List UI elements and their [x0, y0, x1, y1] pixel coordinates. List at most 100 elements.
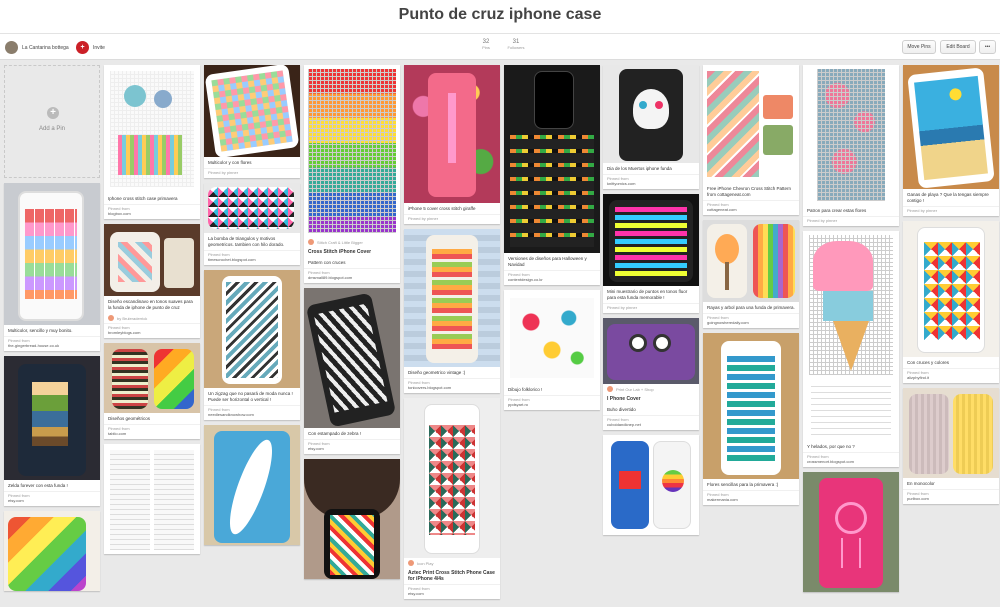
pin-image[interactable] [304, 65, 400, 237]
pin-card[interactable]: Flores sencillas para la primavera :) Pi… [703, 333, 799, 505]
add-pin-tile[interactable]: + Add a Pin [4, 65, 100, 178]
board-owner[interactable]: La Cantarina bottega [5, 41, 69, 54]
pin-image[interactable] [304, 459, 400, 579]
pin-source[interactable]: Pinned from alizphyfind.it [903, 368, 999, 383]
pin-card[interactable]: Multicolor y con flores Pinned by pinner [204, 65, 300, 178]
pin-card[interactable]: Dia de los Muertos iphone funda Pinned f… [603, 65, 699, 189]
pin-card[interactable]: iPhone 5 cover cross stitch giraffe Pinn… [404, 65, 500, 224]
add-pin-label[interactable]: Add a Pin [5, 126, 99, 132]
invite-icon[interactable]: + [76, 41, 89, 54]
edit-board-button[interactable]: Edit Board [940, 40, 976, 54]
pin-image[interactable] [703, 333, 799, 479]
pin-image[interactable] [104, 224, 200, 296]
plus-icon[interactable]: + [47, 107, 59, 119]
pin-image[interactable] [903, 388, 999, 478]
pin-image[interactable] [104, 444, 200, 554]
pin-image[interactable] [404, 398, 500, 558]
pins-stat[interactable]: 32 Pins [471, 39, 501, 50]
pin-source-link[interactable]: etsy.com [408, 591, 496, 596]
pin-card[interactable]: Diseño escandinavo en tonos suaves para … [104, 224, 200, 338]
pin-source-link[interactable]: cuboidandknep.net [607, 422, 695, 427]
pin-image[interactable] [703, 65, 799, 183]
pin-image[interactable] [903, 65, 999, 189]
followers-stat[interactable]: 31 Followers [501, 39, 531, 50]
pin-source-link[interactable]: goingnowheredaily.com [707, 320, 795, 325]
pin-card[interactable]: Mini muestrario de puntos en tonos fluor… [603, 194, 699, 313]
pin-source-link[interactable]: ppdsyart.ro [508, 402, 596, 407]
pin-source[interactable]: Pinned from tablio.com [104, 424, 200, 439]
pin-source[interactable]: Pinned by pinner [603, 303, 699, 313]
pin-image[interactable] [204, 270, 300, 388]
pin-source-link[interactable]: timescrochet.blogspot.com [208, 257, 296, 262]
pin-source[interactable]: Pinned from dmsmall89.blogspot.com [304, 268, 400, 283]
pin-image[interactable] [204, 65, 300, 157]
pin-card[interactable]: Iphone cross stitch case primavera Pinne… [104, 65, 200, 219]
pin-source[interactable]: Pinned by pinner [404, 214, 500, 224]
pin-image[interactable] [504, 65, 600, 253]
pin-source-link[interactable]: tablio.com [108, 431, 196, 436]
pin-source-link[interactable]: tonicovers.blogspot.com [408, 385, 496, 390]
pin-source-link[interactable]: makermania.com [707, 497, 795, 502]
pin-source[interactable]: Pinned by pinner [903, 206, 999, 216]
pin-source[interactable]: Pinned from timescrochet.blogspot.com [204, 250, 300, 265]
pin-source[interactable]: Pinned from knittyomics.com [603, 174, 699, 189]
pin-source[interactable]: Pinned by pinner [204, 168, 300, 178]
pin-image[interactable] [603, 194, 699, 286]
pin-image[interactable] [304, 288, 400, 428]
pin-image[interactable] [603, 318, 699, 384]
pin-image[interactable] [504, 290, 600, 384]
pin-card[interactable]: Print Our Lab + Shop I Phone Cover Buho … [603, 318, 699, 430]
pin-image[interactable] [4, 356, 100, 480]
pin-image[interactable] [903, 221, 999, 357]
pin-source[interactable]: Pinned from ppdsyart.ro [504, 395, 600, 410]
pin-card[interactable]: Y helados, por que no ? Pinned from cross… [803, 231, 899, 467]
pin-image[interactable] [803, 231, 899, 441]
pin-image[interactable] [803, 472, 899, 592]
pin-image[interactable] [4, 183, 100, 325]
pin-source-link[interactable]: blogbox.com [108, 211, 196, 216]
pin-source-link[interactable]: knittyomics.com [607, 181, 695, 186]
pin-card[interactable]: En monocolor Pinned from purlbox.com [903, 388, 999, 504]
pin-source[interactable]: Pinned by pinner [803, 216, 899, 226]
pin-source-link[interactable]: contentdesign.co.kr [508, 277, 596, 282]
pin-source[interactable]: Pinned from goingnowheredaily.com [703, 313, 799, 328]
pin-image[interactable] [4, 511, 100, 591]
pin-card[interactable]: Icon Play Aztec Print Cross Stitch Phone… [404, 398, 500, 599]
pin-source[interactable]: Pinned from contentdesign.co.kr [504, 270, 600, 285]
pin-source-link[interactable]: etsy.com [8, 498, 96, 503]
pin-source[interactable]: Pinned from etsy.com [4, 491, 100, 506]
pin-source-link[interactable]: etsy.com [308, 446, 396, 451]
pin-source[interactable]: Pinned from purlbox.com [903, 489, 999, 504]
pin-card[interactable] [204, 425, 300, 545]
pin-source[interactable]: Pinned from cuboidandknep.net [603, 415, 699, 430]
pin-source[interactable]: Pinned from tonicovers.blogspot.com [404, 378, 500, 393]
pin-card[interactable]: La bomba de triangulos y motivos geometr… [204, 183, 300, 265]
pin-source[interactable]: Pinned from crossmenort.blogspot.com [803, 452, 899, 467]
pin-image[interactable] [603, 65, 699, 163]
pin-card[interactable] [304, 459, 400, 579]
pin-image[interactable] [104, 65, 200, 193]
pin-image[interactable] [803, 65, 899, 205]
pin-source[interactable]: Pinned from the-gingerbread-house.co.uk [4, 336, 100, 351]
pin-image[interactable] [603, 435, 699, 535]
pin-card[interactable] [4, 511, 100, 591]
pin-source[interactable]: Pinned from blogbox.com [104, 204, 200, 219]
more-options-button[interactable]: ••• [979, 40, 996, 54]
pin-image[interactable] [404, 65, 500, 203]
pin-card[interactable]: Multicolor, sencillo y muy bonito. Pinne… [4, 183, 100, 351]
pin-card[interactable] [104, 444, 200, 554]
pin-card[interactable]: Con cruces y colores Pinned from alizphyf… [903, 221, 999, 383]
pin-card[interactable]: Diseños geométricos Pinned from tablio.co… [104, 343, 200, 439]
pin-source-link[interactable]: cottageneat.com [707, 207, 795, 212]
pin-source[interactable]: Pinned from bromleyblogs.com [104, 323, 200, 338]
pin-card[interactable] [803, 472, 899, 592]
pin-card[interactable]: Rayas y arbol para una funda de primaver… [703, 220, 799, 328]
pin-image[interactable] [703, 220, 799, 302]
pin-source-link[interactable]: dmsmall89.blogspot.com [308, 275, 396, 280]
pin-source[interactable]: Pinned from cottageneat.com [703, 200, 799, 215]
invite-label[interactable]: Invite [93, 45, 105, 51]
owner-avatar[interactable] [5, 41, 18, 54]
pin-card[interactable]: Free iPhone Chevron Cross Stitch Pattern… [703, 65, 799, 215]
pin-card[interactable]: Con estampado de zebra ! Pinned from etsy… [304, 288, 400, 454]
move-pins-button[interactable]: Move Pins [902, 40, 936, 54]
